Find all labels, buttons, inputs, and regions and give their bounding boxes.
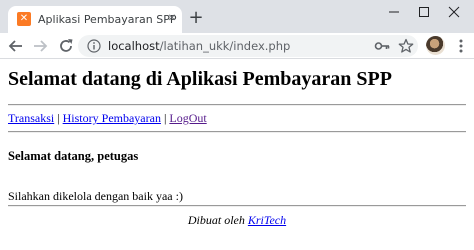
nav-link-logout[interactable]: LogOut bbox=[169, 111, 206, 125]
browser-tab[interactable]: ✕ Aplikasi Pembayaran SPP ✕ bbox=[8, 6, 182, 33]
new-tab-button[interactable]: + bbox=[186, 8, 206, 28]
url-host: localhost bbox=[108, 39, 160, 53]
divider bbox=[8, 205, 466, 207]
avatar[interactable] bbox=[426, 36, 445, 55]
browser-toolbar: localhost/latihan_ukk/index.php bbox=[0, 33, 474, 58]
footer: Dibuat oleh KriTech bbox=[0, 212, 474, 228]
xampp-icon: ✕ bbox=[17, 12, 31, 26]
menu-icon[interactable] bbox=[455, 36, 467, 56]
close-tab-icon[interactable]: ✕ bbox=[164, 11, 180, 27]
url-text[interactable]: localhost/latihan_ukk/index.php bbox=[108, 38, 290, 54]
minimize-icon[interactable] bbox=[384, 4, 404, 20]
tab-strip: ✕ Aplikasi Pembayaran SPP ✕ + bbox=[0, 0, 474, 33]
divider bbox=[8, 104, 466, 106]
address-bar[interactable]: localhost/latihan_ukk/index.php bbox=[78, 35, 418, 57]
nav-link-history[interactable]: History Pembayaran bbox=[63, 111, 161, 125]
page-title: Selamat datang di Aplikasi Pembayaran SP… bbox=[8, 68, 392, 90]
tab-title: Aplikasi Pembayaran SPP bbox=[38, 13, 177, 26]
key-icon[interactable] bbox=[374, 39, 390, 53]
footer-prefix: Dibuat oleh bbox=[187, 213, 248, 227]
nav-separator: | bbox=[54, 111, 63, 125]
close-window-icon[interactable] bbox=[444, 4, 464, 20]
star-icon[interactable] bbox=[398, 38, 414, 54]
welcome-heading: Selamat datang, petugas bbox=[8, 149, 139, 163]
url-path: /latihan_ukk/index.php bbox=[159, 39, 291, 53]
footer-author-link[interactable]: KriTech bbox=[248, 213, 286, 227]
nav-link-transaksi[interactable]: Transaksi bbox=[8, 111, 54, 125]
reload-icon[interactable] bbox=[56, 36, 76, 56]
welcome-message: Silahkan dikelola dengan baik yaa :) bbox=[8, 189, 183, 203]
main-nav: Transaksi | History Pembayaran | LogOut bbox=[8, 110, 207, 126]
divider bbox=[8, 131, 466, 133]
info-icon[interactable] bbox=[87, 39, 101, 53]
back-arrow-icon[interactable] bbox=[6, 36, 26, 56]
maximize-icon[interactable] bbox=[414, 4, 434, 20]
forward-arrow-icon[interactable] bbox=[30, 36, 50, 56]
page-content: Selamat datang di Aplikasi Pembayaran SP… bbox=[0, 59, 474, 250]
